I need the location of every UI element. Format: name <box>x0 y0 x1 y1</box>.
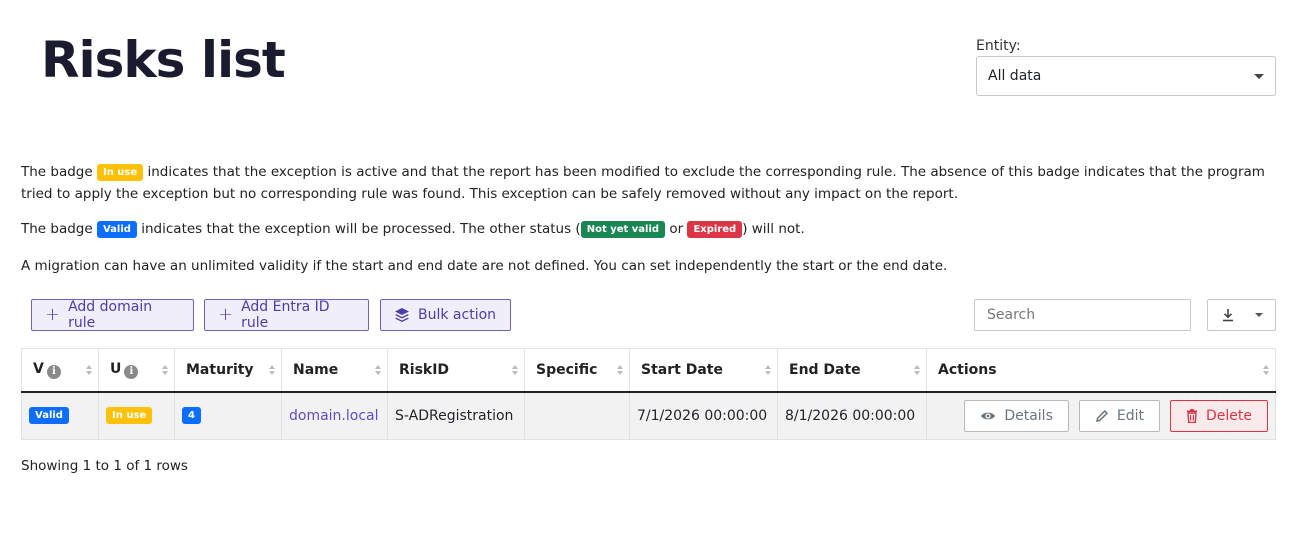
info-text: The badge <box>21 221 93 237</box>
cell-name: domain.local <box>281 391 388 440</box>
column-header-name[interactable]: Name <box>281 348 388 393</box>
column-header-label: Actions <box>938 361 997 378</box>
expired-badge: Expired <box>687 221 743 238</box>
info-text: or <box>669 221 684 237</box>
column-header-u[interactable]: Ui <box>98 348 175 393</box>
cell-u: In use <box>98 391 175 440</box>
cell-start-date: 7/1/2026 00:00:00 <box>629 391 778 440</box>
not-yet-valid-badge: Not yet valid <box>580 221 666 238</box>
info-icon[interactable]: i <box>124 364 139 379</box>
table-header-row: Vi Ui Maturity Name RiskID Specific Star… <box>21 348 1276 393</box>
chevron-down-icon <box>1254 73 1264 79</box>
sort-icon <box>1263 364 1269 375</box>
column-header-label: Name <box>293 361 339 378</box>
info-migration: A migration can have an unlimited validi… <box>21 258 948 274</box>
column-header-label: Specific <box>536 361 598 378</box>
info-text: The badge <box>21 164 93 180</box>
pencil-icon <box>1095 409 1108 422</box>
row-actions: Details Edit Delete <box>934 399 1268 432</box>
info-text: indicates that the exception is active a… <box>21 164 1265 202</box>
sort-icon <box>914 364 920 375</box>
add-domain-rule-button[interactable]: + Add domain rule <box>31 299 194 331</box>
info-in-use: The badge In use indicates that the exce… <box>21 161 1276 205</box>
page-title: Risks list <box>41 31 286 89</box>
info-valid: The badge Valid indicates that the excep… <box>21 218 1276 240</box>
add-domain-rule-label: Add domain rule <box>68 299 153 331</box>
edit-label: Edit <box>1116 407 1144 424</box>
column-header-riskid[interactable]: RiskID <box>387 348 525 393</box>
details-button[interactable]: Details <box>964 399 1069 432</box>
info-text: indicates that the exception will be pro… <box>141 221 581 237</box>
delete-button[interactable]: Delete <box>1170 399 1268 432</box>
cell-specific <box>524 391 630 440</box>
cell-maturity: 4 <box>174 391 282 440</box>
entity-selected-value: All data <box>988 68 1042 84</box>
plus-icon: + <box>218 304 234 325</box>
info-text: ) will not. <box>742 221 805 237</box>
entity-label: Entity: <box>976 38 1021 54</box>
bulk-action-button[interactable]: Bulk action <box>380 299 511 331</box>
edit-button[interactable]: Edit <box>1078 399 1160 432</box>
column-header-v[interactable]: Vi <box>21 348 99 393</box>
pagination-info: Showing 1 to 1 of 1 rows <box>21 458 188 474</box>
table-row: Valid In use 4 domain.local S-ADRegistra… <box>21 391 1276 440</box>
cell-end-date: 8/1/2026 00:00:00 <box>777 391 927 440</box>
cell-riskid: S-ADRegistration <box>387 391 525 440</box>
column-header-label: Start Date <box>641 361 723 378</box>
in-use-badge: In use <box>106 407 153 425</box>
column-header-maturity[interactable]: Maturity <box>174 348 282 393</box>
sort-icon <box>617 364 623 375</box>
sort-icon <box>765 364 771 375</box>
sort-icon <box>269 364 275 375</box>
add-entra-id-rule-button[interactable]: + Add Entra ID rule <box>204 299 369 331</box>
sort-icon <box>512 364 518 375</box>
download-icon <box>1223 309 1233 322</box>
column-header-label: End Date <box>789 361 861 378</box>
column-header-start-date[interactable]: Start Date <box>629 348 778 393</box>
column-header-label: Maturity <box>186 361 254 378</box>
domain-link[interactable]: domain.local <box>289 408 379 424</box>
details-label: Details <box>1004 407 1053 424</box>
column-header-label: V <box>33 361 44 377</box>
sort-icon <box>86 364 92 375</box>
valid-badge: Valid <box>29 407 69 425</box>
bulk-action-label: Bulk action <box>418 307 497 323</box>
cell-actions: Details Edit Delete <box>926 391 1276 440</box>
add-entra-id-rule-label: Add Entra ID rule <box>241 299 330 331</box>
plus-icon: + <box>45 304 61 325</box>
search-input[interactable] <box>974 299 1191 331</box>
column-header-label: RiskID <box>399 361 450 378</box>
column-header-specific[interactable]: Specific <box>524 348 630 393</box>
entity-filter: Entity: All data <box>976 38 1276 96</box>
entity-select[interactable]: All data <box>976 56 1276 96</box>
delete-label: Delete <box>1206 407 1252 424</box>
layers-icon <box>395 308 409 322</box>
trash-icon <box>1187 408 1197 423</box>
column-header-end-date[interactable]: End Date <box>777 348 927 393</box>
valid-badge: Valid <box>96 221 137 238</box>
column-header-label: U <box>110 361 122 377</box>
export-button[interactable] <box>1207 299 1276 331</box>
sort-icon <box>375 364 381 375</box>
sort-icon <box>162 364 168 375</box>
risks-table: Vi Ui Maturity Name RiskID Specific Star… <box>21 348 1276 440</box>
maturity-badge: 4 <box>182 407 201 425</box>
in-use-badge: In use <box>96 164 144 181</box>
chevron-down-icon <box>1255 313 1263 317</box>
column-header-actions[interactable]: Actions <box>926 348 1276 393</box>
info-icon[interactable]: i <box>46 364 61 379</box>
eye-icon <box>981 412 996 420</box>
cell-v: Valid <box>21 391 99 440</box>
